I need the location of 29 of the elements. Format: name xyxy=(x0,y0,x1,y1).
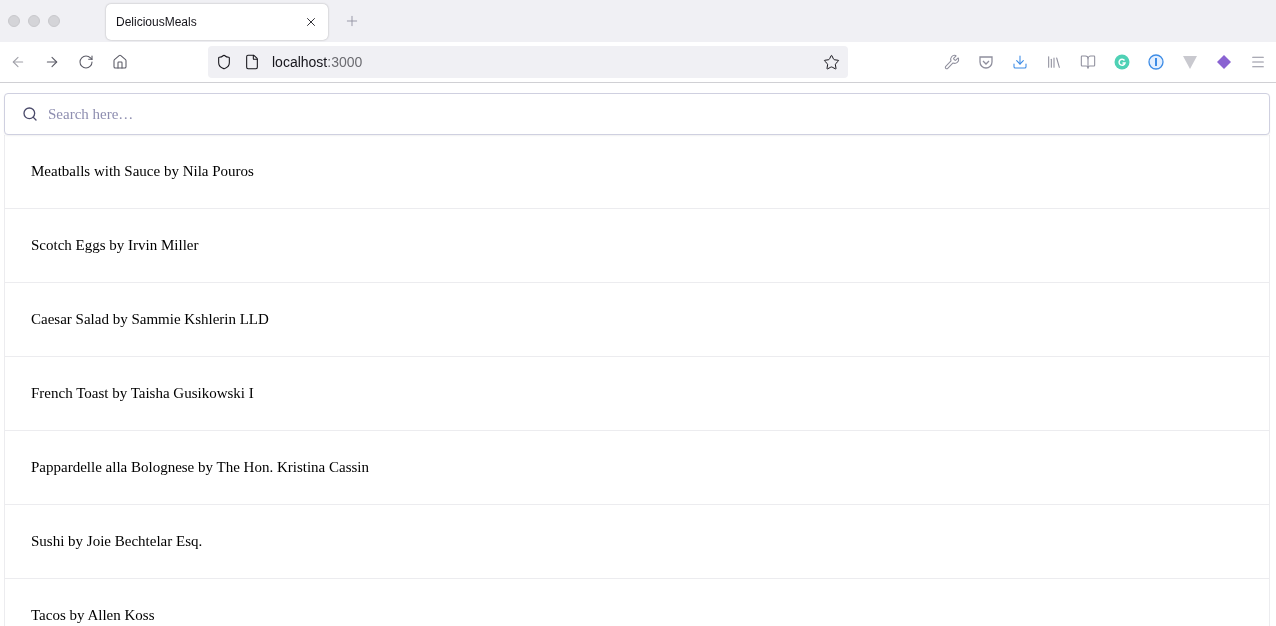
home-icon[interactable] xyxy=(112,54,128,70)
browser-tab[interactable]: DeliciousMeals xyxy=(106,4,328,40)
search-field[interactable]: Search here… xyxy=(4,93,1270,135)
recipe-list-item[interactable]: Meatballs with Sauce by Nila Pouros xyxy=(5,135,1269,209)
forward-icon[interactable] xyxy=(44,54,60,70)
page-icon xyxy=(244,54,260,70)
recipe-list-item[interactable]: Caesar Salad by Sammie Kshlerin LLD xyxy=(5,283,1269,357)
new-tab-icon[interactable] xyxy=(344,13,360,29)
layers-extension-icon[interactable] xyxy=(1216,54,1232,70)
recipe-list-item[interactable]: French Toast by Taisha Gusikowski I xyxy=(5,357,1269,431)
download-icon[interactable] xyxy=(1012,54,1028,70)
address-bar[interactable]: localhost:3000 xyxy=(208,46,848,78)
recipe-list-item[interactable]: Sushi by Joie Bechtelar Esq. xyxy=(5,505,1269,579)
wrench-icon[interactable] xyxy=(944,54,960,70)
menu-icon[interactable] xyxy=(1250,54,1266,70)
recipe-list-item[interactable]: Scotch Eggs by Irvin Miller xyxy=(5,209,1269,283)
bookmark-star-icon[interactable] xyxy=(823,53,840,71)
close-tab-icon[interactable] xyxy=(304,15,318,29)
search-icon xyxy=(22,106,38,122)
url-text: localhost:3000 xyxy=(272,54,364,70)
g-extension-icon[interactable] xyxy=(1114,54,1130,70)
back-icon[interactable] xyxy=(10,54,26,70)
shield-icon[interactable] xyxy=(216,54,232,70)
recipe-list-item[interactable]: Pappardelle alla Bolognese by The Hon. Kristina Cassin xyxy=(5,431,1269,505)
recipe-list-item[interactable]: Tacos by Allen Koss xyxy=(5,579,1269,626)
library-icon[interactable] xyxy=(1046,54,1062,70)
v-extension-icon[interactable] xyxy=(1182,54,1198,70)
reload-icon[interactable] xyxy=(78,54,94,70)
pocket-icon[interactable] xyxy=(978,54,994,70)
